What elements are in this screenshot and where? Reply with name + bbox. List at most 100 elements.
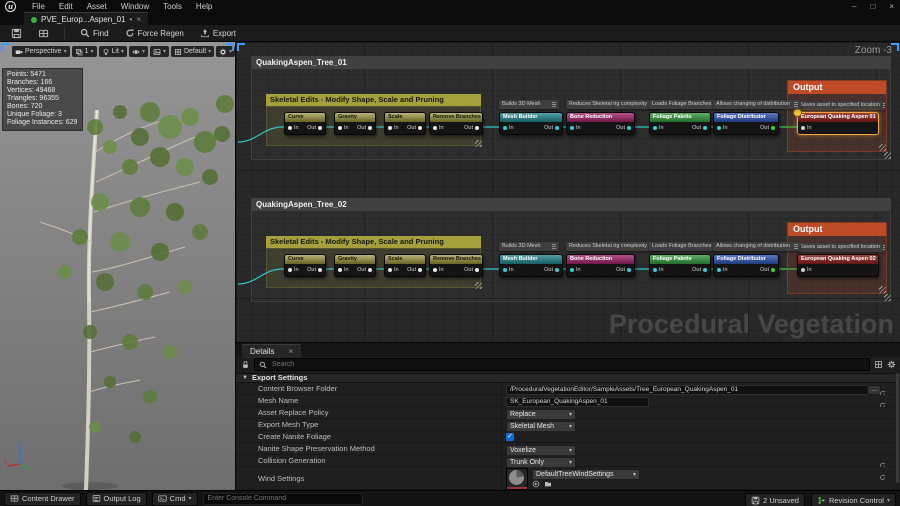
viewport-default-dropdown[interactable]: Default▾ [171,46,214,57]
menu-tools[interactable]: Tools [163,2,182,11]
graph-node-scale[interactable]: Scale In Out [384,254,426,277]
revision-control-button[interactable]: Revision Control▾ [811,493,896,506]
tab-close-icon[interactable]: × [136,15,141,24]
pin-in[interactable]: In [653,125,664,131]
output-comment-title[interactable]: Output [788,81,886,94]
search-field[interactable] [270,360,865,369]
browse-content-button[interactable] [33,26,54,41]
graph-node-gravity[interactable]: Gravity In Out [334,254,376,277]
menu-window[interactable]: Window [121,2,149,11]
pin-in[interactable]: In [717,267,728,273]
viewport-image-dropdown[interactable]: ▾ [150,46,169,57]
pin-in[interactable]: In [433,267,444,273]
output-bubble[interactable]: Saves asset to specified location [797,243,885,252]
node-comment-bubble[interactable]: Builds 3D Mesh [499,242,559,251]
pin-out[interactable]: Out [616,125,631,131]
graph-node-curve[interactable]: Curve In Out [284,254,326,277]
viewport-perspective-dropdown[interactable]: Perspective▾ [12,46,70,57]
preview-viewport[interactable]: Perspective▾1▾Lit▾▾▾Default▾▾ Points: 54… [0,42,235,490]
folder-icon[interactable] [544,480,552,488]
pin-out[interactable]: Out [692,267,707,273]
cmd-dropdown[interactable]: Cmd▾ [152,492,198,506]
pin-in[interactable]: In [388,267,399,273]
viewport-eye-dropdown[interactable]: ▾ [129,46,148,57]
graph-node-curve[interactable]: Curve In Out [284,112,326,135]
resize-handle[interactable] [475,140,482,147]
asset-thumbnail[interactable] [506,468,528,490]
pin-in[interactable]: In [503,267,514,273]
text-field[interactable]: /ProceduralVegetationEditor/SampleAssets… [506,385,869,395]
maximize-window-icon[interactable]: □ [870,2,875,11]
pin-out[interactable]: Out [692,125,707,131]
graph-node-remove-branches[interactable]: Remove Branches In Out [429,254,483,277]
node-comment-bubble[interactable]: Reduces Skeletal rig complexity [566,242,660,251]
pin-out[interactable]: Out [464,125,479,131]
graph-node-mesh-builder[interactable]: Mesh Builder In Out [499,254,563,277]
pin-in[interactable]: In [717,125,728,131]
graph-node-bone-reduction[interactable]: Bone Reduction In Out [566,254,635,277]
output-comment[interactable]: Output Saves asset to specified location… [787,222,887,294]
node-comment-bubble[interactable]: Builds 3D Mesh [499,100,559,109]
tab-details[interactable]: Details × [242,344,301,358]
pin-out[interactable]: Out [307,267,322,273]
graph-node-scale[interactable]: Scale In Out [384,112,426,135]
pin-out[interactable]: Out [544,125,559,131]
pin-in[interactable]: In [288,125,299,131]
pin-out[interactable]: Out [407,267,422,273]
pin-out[interactable]: Out [407,125,422,131]
useasset-icon[interactable] [532,480,540,488]
pin-in[interactable]: In [338,267,349,273]
pin-out[interactable]: Out [760,267,775,273]
export-button[interactable]: Export [195,26,241,40]
pin-out[interactable]: Out [760,125,775,131]
viewport-lit-dropdown[interactable]: Lit▾ [99,46,127,57]
checkbox[interactable]: ✓ [506,433,514,441]
details-tab-close-icon[interactable]: × [288,347,293,356]
search-input[interactable] [254,358,870,371]
text-field[interactable]: SK_European_QuakingAspen_01 [506,397,649,407]
graph-node-foliage-distributor[interactable]: Foliage Distributor In Out [713,254,779,277]
asset-tab[interactable]: PVE_Europ...Aspen_01 • × [24,12,148,26]
pin-out[interactable]: Out [357,125,372,131]
pin-in[interactable]: In [570,267,581,273]
node-comment-bubble[interactable]: Allows changing of distribution [713,242,801,251]
pin-out[interactable]: Out [544,267,559,273]
force-regen-button[interactable]: Force Regen [120,26,189,40]
node-comment-bubble[interactable]: Loads Foliage Branches [649,242,717,251]
node-graph-panel[interactable]: Zoom -3 Procedural Vegetation QuakingAsp… [235,42,900,342]
menu-help[interactable]: Help [196,2,212,11]
graph-node-gravity[interactable]: Gravity In Out [334,112,376,135]
node-comment-bubble[interactable]: Allows changing of distribution [713,100,801,109]
resize-handle[interactable] [879,286,886,293]
close-window-icon[interactable]: × [889,2,894,11]
find-button[interactable]: Find [75,26,114,40]
menu-asset[interactable]: Asset [87,2,107,11]
asset-dropdown[interactable]: DefaultTreeWindSettings▾ [532,469,640,480]
minimize-window-icon[interactable]: – [852,2,856,11]
output-log-button[interactable]: Output Log [86,492,147,506]
pin-out[interactable]: Out [357,267,372,273]
resize-handle[interactable] [475,282,482,289]
graph-node-mesh-builder[interactable]: Mesh Builder In Out [499,112,563,135]
graph-node-output-asset[interactable]: European Quaking Aspen 01 In [797,112,879,135]
graph-node-foliage-distributor[interactable]: Foliage Distributor In Out [713,112,779,135]
graph-node-bone-reduction[interactable]: Bone Reduction In Out [566,112,635,135]
pin-in[interactable]: In [570,125,581,131]
content-drawer-button[interactable]: Content Drawer [4,492,81,506]
pin-in[interactable]: In [388,125,399,131]
node-comment-bubble[interactable]: Reduces Skeletal rig complexity [566,100,660,109]
pin-in[interactable]: In [801,125,812,131]
pin-in[interactable]: In [433,125,444,131]
save-button[interactable] [6,26,27,41]
pin-out[interactable]: Out [464,267,479,273]
pin-in[interactable]: In [288,267,299,273]
console-command-input[interactable] [203,493,363,505]
pin-in[interactable]: In [801,267,812,273]
resize-handle[interactable] [879,144,886,151]
pin-in[interactable]: In [503,125,514,131]
pin-in[interactable]: In [653,267,664,273]
pin-out[interactable]: Out [307,125,322,131]
output-comment-title[interactable]: Output [788,223,886,236]
node-comment-bubble[interactable]: Loads Foliage Branches [649,100,717,109]
pin-in[interactable]: In [338,125,349,131]
